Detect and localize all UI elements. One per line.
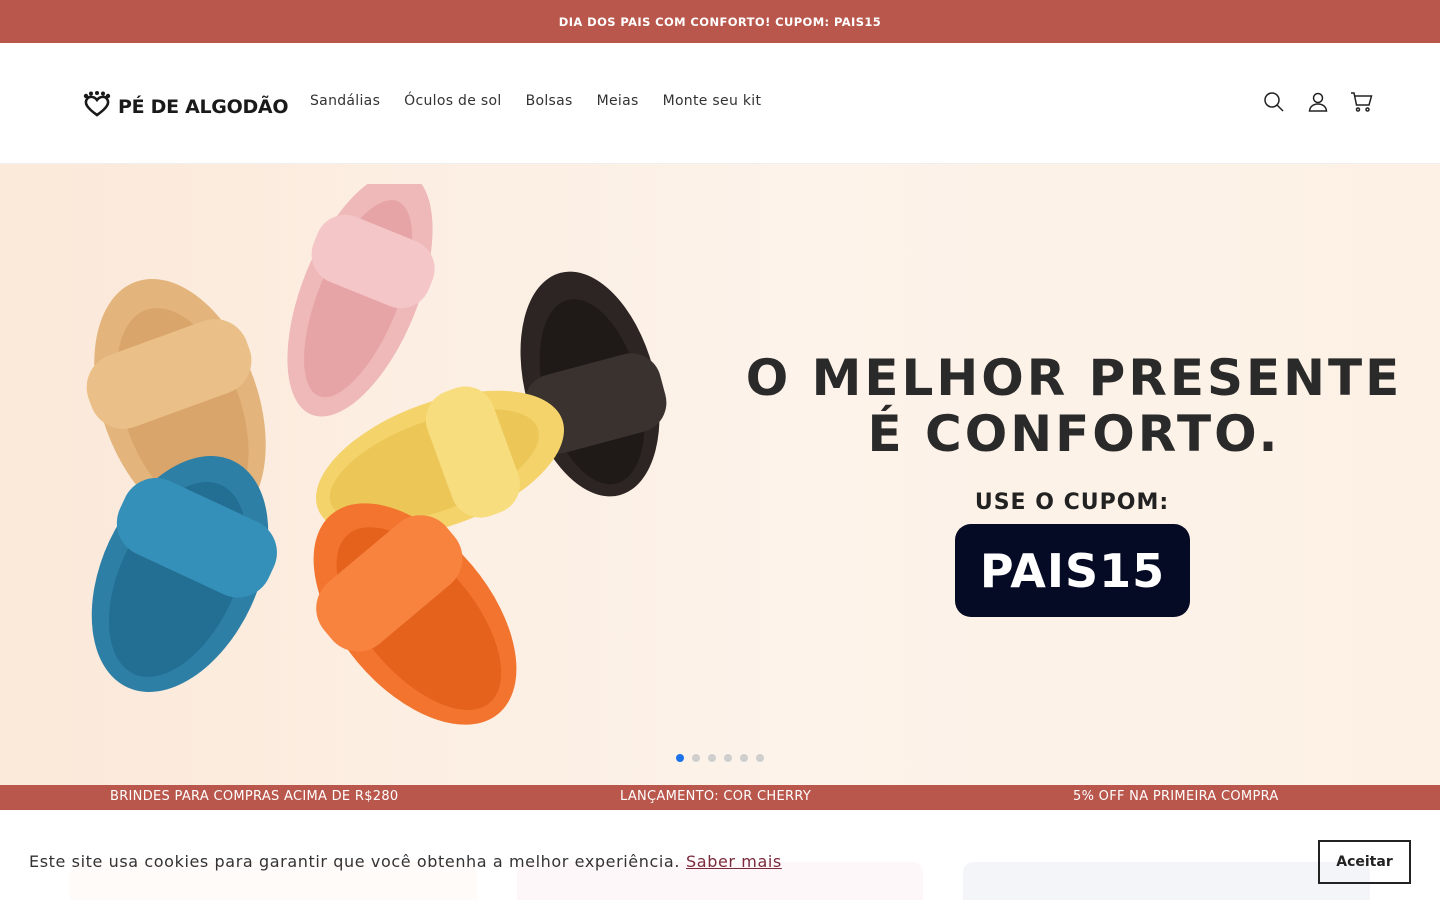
benefit-launch: LANÇAMENTO: COR CHERRY bbox=[620, 789, 812, 804]
coupon-code-box: PAIS15 bbox=[955, 524, 1190, 617]
cookie-learn-more-link[interactable]: Saber mais bbox=[686, 852, 782, 871]
brand-name: PÉ DE ALGODÃO bbox=[118, 95, 289, 118]
announcement-text: DIA DOS PAIS COM CONFORTO! CUPOM: PAIS15 bbox=[558, 14, 882, 29]
benefit-gifts: BRINDES PARA COMPRAS ACIMA DE R$280 bbox=[110, 789, 399, 804]
slide-dot-4[interactable] bbox=[724, 754, 732, 762]
account-icon[interactable] bbox=[1306, 90, 1330, 114]
main-nav: Sandálias Óculos de sol Bolsas Meias Mon… bbox=[310, 93, 761, 109]
nav-item-monte-seu-kit[interactable]: Monte seu kit bbox=[663, 93, 762, 109]
cookie-text: Este site usa cookies para garantir que … bbox=[29, 852, 681, 871]
announcement-bar: DIA DOS PAIS COM CONFORTO! CUPOM: PAIS15 bbox=[0, 0, 1440, 43]
brand-logo[interactable]: PÉ DE ALGODÃO bbox=[82, 91, 288, 122]
header-icons bbox=[1262, 90, 1374, 114]
slide-dot-1[interactable] bbox=[676, 754, 684, 762]
nav-item-meias[interactable]: Meias bbox=[597, 93, 639, 109]
footprint-heart-icon bbox=[82, 91, 112, 122]
nav-item-sandalias[interactable]: Sandálias bbox=[310, 93, 380, 109]
site-header: PÉ DE ALGODÃO Sandálias Óculos de sol Bo… bbox=[0, 43, 1440, 164]
hero-title: O MELHOR PRESENTE É CONFORTO. bbox=[740, 350, 1408, 462]
slideshow-dots bbox=[676, 754, 764, 762]
benefits-strip: BRINDES PARA COMPRAS ACIMA DE R$280 LANÇ… bbox=[0, 785, 1440, 810]
coupon-code: PAIS15 bbox=[979, 543, 1166, 598]
cart-icon[interactable] bbox=[1350, 90, 1374, 114]
cookie-message: Este site usa cookies para garantir que … bbox=[29, 852, 782, 871]
cookie-accept-button[interactable]: Aceitar bbox=[1318, 840, 1411, 884]
slide-dot-5[interactable] bbox=[740, 754, 748, 762]
slippers-image bbox=[86, 184, 667, 725]
hero-title-line2: É CONFORTO. bbox=[867, 405, 1281, 463]
nav-item-bolsas[interactable]: Bolsas bbox=[526, 93, 573, 109]
slide-dot-6[interactable] bbox=[756, 754, 764, 762]
slide-dot-2[interactable] bbox=[692, 754, 700, 762]
hero-banner[interactable]: O MELHOR PRESENTE É CONFORTO. USE O CUPO… bbox=[0, 164, 1440, 785]
benefit-discount: 5% OFF NA PRIMEIRA COMPRA bbox=[1073, 789, 1279, 804]
cookie-banner: Este site usa cookies para garantir que … bbox=[0, 824, 1440, 900]
search-icon[interactable] bbox=[1262, 90, 1286, 114]
nav-item-oculos-de-sol[interactable]: Óculos de sol bbox=[404, 93, 501, 109]
hero-title-line1: O MELHOR PRESENTE bbox=[745, 349, 1403, 407]
slide-dot-3[interactable] bbox=[708, 754, 716, 762]
hero-subtitle: USE O CUPOM: bbox=[974, 490, 1170, 515]
